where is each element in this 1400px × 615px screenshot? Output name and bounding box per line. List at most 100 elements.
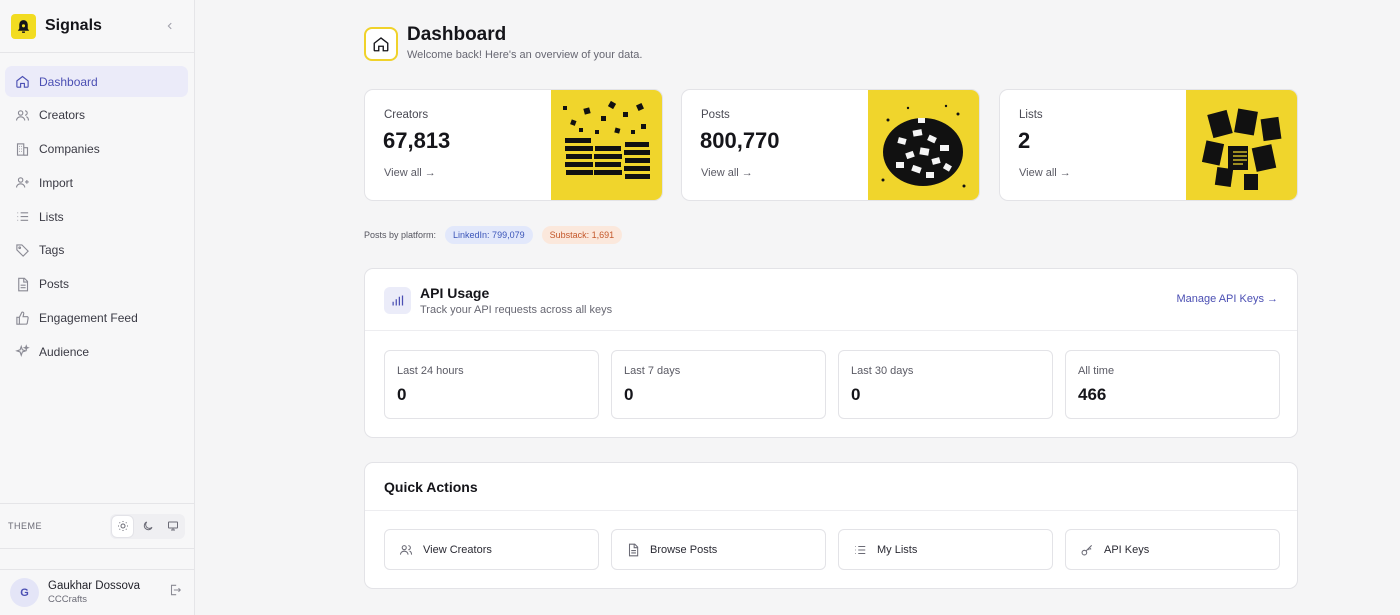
usage-label: Last 30 days: [851, 365, 914, 377]
button-label: API Keys: [1104, 543, 1150, 556]
creators-stat-card: Creators 67,813 View all →: [364, 89, 663, 201]
document-icon: [628, 543, 639, 556]
button-label: My Lists: [877, 543, 918, 556]
system-theme-button[interactable]: [162, 516, 183, 537]
api-usage-panel: API Usage Track your API requests across…: [364, 268, 1298, 438]
usage-30d-card: Last 30 days 0: [838, 350, 1053, 419]
sidebar-item-dashboard[interactable]: Dashboard: [5, 66, 188, 97]
user-organization: CCCrafts: [48, 594, 88, 605]
stat-label: Posts: [701, 109, 730, 121]
posts-by-platform: Posts by platform: LinkedIn: 799,079 Sub…: [364, 226, 623, 244]
api-usage-title: API Usage: [420, 285, 490, 301]
theme-switcher: THEME: [0, 503, 194, 549]
page-subtitle: Welcome back! Here's an overview of your…: [407, 49, 643, 61]
view-all-creators-link[interactable]: View all →: [384, 167, 436, 179]
sidebar-item-lists[interactable]: Lists: [5, 201, 188, 232]
button-label: View Creators: [423, 543, 492, 556]
dark-theme-button[interactable]: [137, 516, 158, 537]
users-icon: [16, 110, 29, 121]
page-icon: [364, 27, 398, 61]
usage-value: 0: [397, 385, 407, 404]
lists-stat-card: Lists 2 View all →: [999, 89, 1298, 201]
manage-api-keys-link[interactable]: Manage API Keys →: [1177, 293, 1279, 305]
sidebar-item-posts[interactable]: Posts: [5, 269, 188, 300]
usage-label: Last 7 days: [624, 365, 681, 377]
sidebar-item-label: Engagement Feed: [39, 311, 138, 326]
sidebar-item-label: Companies: [39, 142, 100, 157]
user-profile: G Gaukhar Dossova CCCrafts: [0, 569, 194, 615]
browse-posts-button[interactable]: Browse Posts: [611, 529, 826, 570]
sidebar-item-companies[interactable]: Companies: [5, 134, 188, 165]
view-all-posts-link[interactable]: View all →: [701, 167, 753, 179]
usage-label: Last 24 hours: [397, 365, 464, 377]
sidebar-item-audience[interactable]: Audience: [5, 336, 188, 367]
tag-icon: [16, 244, 29, 257]
stat-label: Creators: [384, 109, 429, 121]
monitor-icon: [167, 521, 178, 531]
platform-label: Posts by platform:: [364, 230, 437, 240]
api-keys-button[interactable]: API Keys: [1065, 529, 1280, 570]
linkedin-badge: LinkedIn: 799,079: [445, 226, 533, 244]
quick-actions-panel: Quick Actions View Creators Browse Posts…: [364, 462, 1298, 589]
button-label: Browse Posts: [650, 543, 718, 556]
list-icon: [855, 545, 866, 554]
moon-icon: [143, 521, 152, 531]
usage-value: 466: [1078, 385, 1107, 404]
building-icon: [16, 142, 29, 156]
usage-value: 0: [624, 385, 634, 404]
theme-toggle-group: [110, 513, 185, 539]
usage-all-time-card: All time 466: [1065, 350, 1280, 419]
usage-label: All time: [1078, 365, 1115, 377]
light-theme-button[interactable]: [112, 515, 133, 537]
usage-value: 0: [851, 385, 861, 404]
sidebar-item-label: Posts: [39, 277, 70, 292]
collapse-sidebar-icon[interactable]: [165, 18, 175, 34]
document-icon: [18, 277, 29, 292]
signals-logo-icon[interactable]: [11, 13, 36, 39]
usage-24h-card: Last 24 hours 0: [384, 350, 599, 419]
sidebar-item-engagement-feed[interactable]: Engagement Feed: [5, 303, 188, 334]
home-icon: [16, 75, 29, 88]
user-plus-icon: [16, 177, 29, 188]
view-creators-button[interactable]: View Creators: [384, 529, 599, 570]
sidebar-item-label: Creators: [39, 108, 86, 123]
sidebar-item-label: Audience: [39, 344, 90, 359]
sidebar: Signals Dashboard Creators Companies Imp…: [0, 0, 195, 615]
stat-label: Lists: [1019, 109, 1043, 121]
api-usage-subtitle: Track your API requests across all keys: [420, 304, 613, 316]
users-icon: [399, 544, 413, 555]
posts-illustration: [868, 90, 979, 200]
substack-badge: Substack: 1,691: [541, 226, 623, 244]
theme-label: THEME: [8, 521, 42, 531]
stat-value: 67,813: [383, 128, 451, 153]
lists-illustration: [1186, 90, 1297, 200]
posts-stat-card: Posts 800,770 View all →: [681, 89, 980, 201]
sparkles-icon: [15, 344, 30, 358]
api-usage-header: API Usage Track your API requests across…: [365, 269, 1297, 331]
sidebar-item-label: Import: [39, 175, 74, 190]
list-icon: [17, 212, 29, 221]
sidebar-item-label: Dashboard: [39, 74, 98, 89]
my-lists-button[interactable]: My Lists: [838, 529, 1053, 570]
sidebar-item-import[interactable]: Import: [5, 167, 188, 198]
creators-illustration: [551, 90, 662, 200]
thumbs-up-icon: [16, 311, 29, 325]
home-icon: [373, 37, 389, 52]
logout-icon[interactable]: [168, 583, 182, 602]
usage-7d-card: Last 7 days 0: [611, 350, 826, 419]
quick-actions-title: Quick Actions: [384, 479, 478, 495]
key-icon: [1081, 544, 1093, 555]
brand: Signals: [0, 0, 194, 53]
sidebar-item-creators[interactable]: Creators: [5, 100, 188, 131]
stat-value: 800,770: [700, 128, 780, 153]
divider: [365, 510, 1297, 511]
view-all-lists-link[interactable]: View all →: [1019, 167, 1071, 179]
page-title: Dashboard: [407, 24, 507, 45]
sidebar-item-tags[interactable]: Tags: [5, 235, 188, 266]
stat-value: 2: [1018, 128, 1031, 153]
bar-chart-icon: [384, 287, 411, 314]
user-name: Gaukhar Dossova: [48, 580, 141, 592]
avatar[interactable]: G: [10, 578, 39, 607]
sidebar-item-label: Tags: [39, 243, 65, 258]
sun-icon: [117, 521, 128, 531]
